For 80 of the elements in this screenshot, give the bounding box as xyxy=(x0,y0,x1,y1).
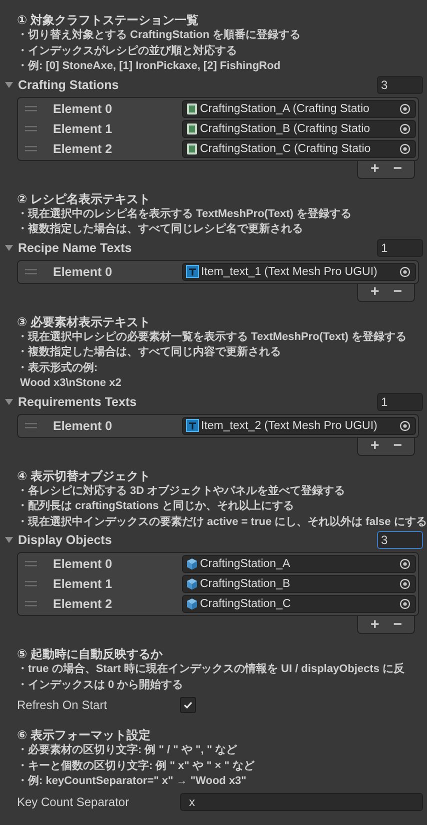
remove-button[interactable]: − xyxy=(389,438,406,454)
description-line: ・表示形式の例: xyxy=(17,360,99,376)
script-icon xyxy=(186,102,198,114)
array-label[interactable]: Display Objects xyxy=(18,533,377,547)
description-line: ・true の場合、Start 時に現在インデックスの情報を UI / displayObjects に反 xyxy=(17,662,406,677)
add-button[interactable]: + xyxy=(366,284,384,300)
description-line: ・例: keyCountSeparator=" x" → "Wood x3" xyxy=(17,774,248,789)
element-label: Element 0 xyxy=(53,557,114,571)
description-line: ・インデックスがレシピの並び順と対応する xyxy=(17,44,238,58)
object-field[interactable]: CraftingStation_C xyxy=(182,595,416,613)
expand-arrow-icon[interactable] xyxy=(4,80,14,90)
object-field[interactable]: CraftingStation_A xyxy=(182,555,416,573)
description-line: ・例: [0] StoneAxe, [1] IronPickaxe, [2] FishingRod xyxy=(17,59,282,74)
drag-handle-icon[interactable] xyxy=(25,146,37,152)
script-icon xyxy=(186,122,198,134)
drag-handle-icon[interactable] xyxy=(25,126,37,132)
remove-button[interactable]: − xyxy=(389,616,406,633)
array-size-field[interactable]: 1 xyxy=(377,238,423,256)
description-line: ・キーと個数の区切り文字: 例 " x" や " × " など xyxy=(17,758,256,774)
drag-handle-icon[interactable] xyxy=(25,601,37,607)
property-label: Key Count Separator xyxy=(17,794,130,808)
array-size-field[interactable]: 3 xyxy=(377,76,423,94)
element-label: Element 0 xyxy=(53,264,114,278)
description-line: ・必要素材の区切り文字: 例 " / " や ", " など xyxy=(17,743,238,758)
description-line: ・複数指定した場合は、すべて同じ内容で更新される xyxy=(17,345,282,360)
drag-handle-icon[interactable] xyxy=(25,422,37,428)
section-title: ② レシピ名表示テキスト xyxy=(17,190,152,206)
cube-icon xyxy=(186,598,198,610)
drag-handle-icon[interactable] xyxy=(25,106,37,112)
section-title: ⑥ 表示フォーマット設定 xyxy=(17,727,152,743)
element-label: Element 1 xyxy=(53,122,114,136)
property-label: Refresh On Start xyxy=(17,698,108,712)
expand-arrow-icon[interactable] xyxy=(4,535,14,545)
section-title: ④ 表示切替オブジェクト xyxy=(17,468,152,484)
description-line: ・インデックスは 0 から開始する xyxy=(17,678,184,692)
array-size-field[interactable]: 3 xyxy=(377,531,423,549)
add-button[interactable]: + xyxy=(366,160,384,178)
section-title: ① 対象クラフトステーション一覧 xyxy=(17,12,200,28)
drag-handle-icon[interactable] xyxy=(25,268,37,274)
description-line: ・現在選択中レシピの必要素材一覧を表示する TextMeshPro(Text) を登録する xyxy=(17,330,408,344)
array-label[interactable]: Crafting Stations xyxy=(18,78,377,92)
section-title: ⑤ 起動時に自動反映するか xyxy=(17,646,164,662)
text-icon xyxy=(186,419,199,432)
add-button[interactable]: + xyxy=(366,438,384,454)
element-label: Element 2 xyxy=(53,597,114,611)
description-line: ・切り替え対象とする CraftingStation を順番に登録する xyxy=(17,28,302,43)
object-field[interactable]: CraftingStation_B xyxy=(182,575,416,593)
array-label[interactable]: Requirements Texts xyxy=(18,394,377,408)
array-label[interactable]: Recipe Name Texts xyxy=(18,240,377,254)
remove-button[interactable]: − xyxy=(389,160,406,178)
script-icon xyxy=(186,142,198,154)
element-label: Element 0 xyxy=(53,418,114,432)
section-title: ③ 必要素材表示テキスト xyxy=(17,314,152,330)
object-field[interactable]: Item_text_1 (Text Mesh Pro UGUI) xyxy=(182,262,416,280)
drag-handle-icon[interactable] xyxy=(25,561,37,567)
description-line: Wood x3\nStone x2 xyxy=(19,376,122,391)
object-field[interactable]: Item_text_2 (Text Mesh Pro UGUI) xyxy=(182,416,416,434)
object-field[interactable]: CraftingStation_C (Crafting Statio xyxy=(182,140,416,158)
checkbox[interactable] xyxy=(180,697,196,713)
element-label: Element 1 xyxy=(53,577,114,591)
text-icon xyxy=(186,265,199,278)
description-line: ・現在選択中インデックスの要素だけ active = true にし、それ以外は false にする xyxy=(17,514,427,530)
expand-arrow-icon[interactable] xyxy=(4,242,14,252)
add-button[interactable]: + xyxy=(366,616,384,633)
checkmark-icon xyxy=(183,700,193,710)
description-line: ・配列長は craftingStations と同じか、それ以上にする xyxy=(17,499,295,514)
expand-arrow-icon[interactable] xyxy=(4,396,14,406)
object-field[interactable]: CraftingStation_A (Crafting Statio xyxy=(182,100,416,118)
description-line: ・各レシピに対応する 3D オブジェクトやパネルを並べて登録する xyxy=(17,484,346,498)
remove-button[interactable]: − xyxy=(389,284,406,300)
element-label: Element 2 xyxy=(53,142,114,156)
array-size-field[interactable]: 1 xyxy=(377,392,423,410)
object-field[interactable]: CraftingStation_B (Crafting Statio xyxy=(182,120,416,138)
element-label: Element 0 xyxy=(53,102,114,116)
drag-handle-icon[interactable] xyxy=(25,581,37,587)
description-line: ・複数指定した場合は、すべて同じレシピ名で更新される xyxy=(17,222,304,237)
text-field[interactable]: x xyxy=(180,792,423,810)
cube-icon xyxy=(186,578,198,590)
description-line: ・現在選択中のレシピ名を表示する TextMeshPro(Text) を登録する xyxy=(17,206,352,222)
cube-icon xyxy=(186,558,198,570)
